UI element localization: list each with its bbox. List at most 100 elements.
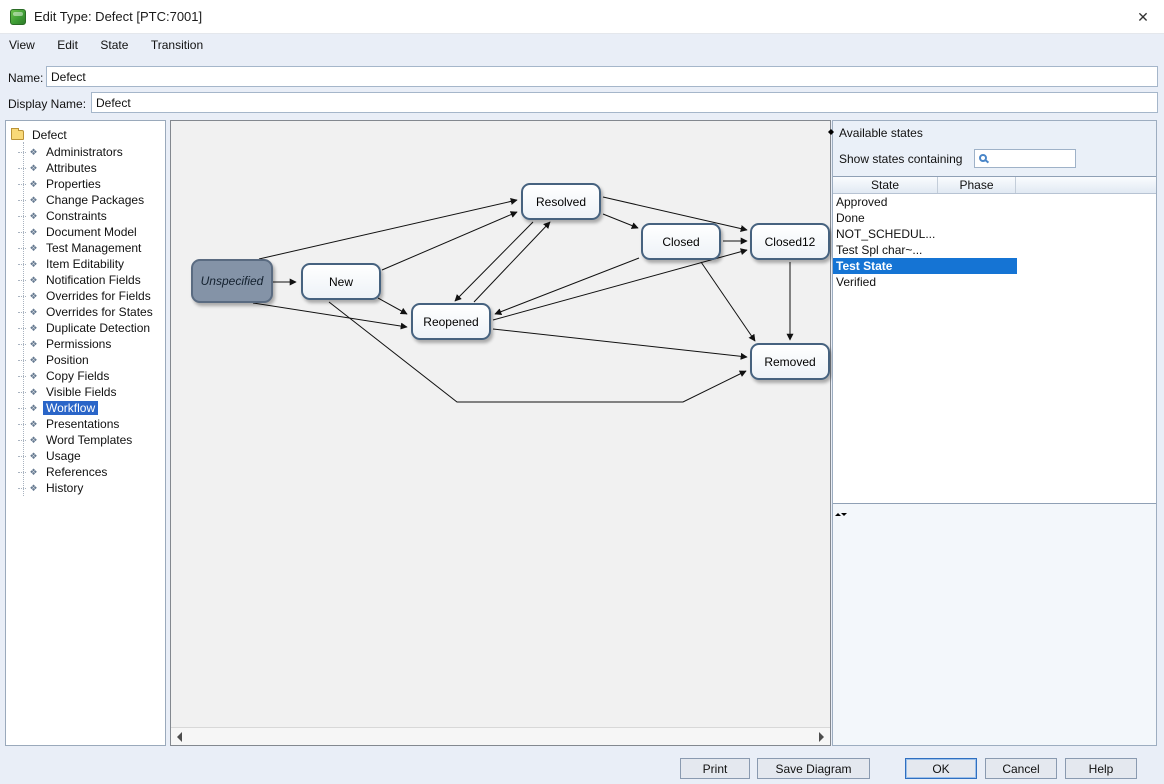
tree-item-label: Duplicate Detection xyxy=(43,321,153,335)
tree-item-notification-fields[interactable]: Notification Fields xyxy=(6,272,165,288)
titlebar: Edit Type: Defect [PTC:7001] ✕ xyxy=(0,0,1164,34)
tree-item-label: Attributes xyxy=(43,161,100,175)
available-states-title: Available states xyxy=(839,126,923,140)
splitter-collapse-icon[interactable] xyxy=(828,123,834,141)
tree-item-label: Overrides for Fields xyxy=(43,289,154,303)
tree-item-label: Position xyxy=(43,353,92,367)
menubar: View Edit State Transition xyxy=(0,34,1164,58)
folder-icon xyxy=(11,130,24,140)
canvas-horizontal-scrollbar[interactable] xyxy=(171,727,830,745)
tree-item-duplicate-detection[interactable]: Duplicate Detection xyxy=(6,320,165,336)
available-state-row[interactable]: Verified xyxy=(833,274,1156,290)
tree-item-label: Item Editability xyxy=(43,257,127,271)
tree-node-icon xyxy=(27,435,40,446)
search-icon xyxy=(979,154,987,162)
tree-item-overrides-for-fields[interactable]: Overrides for Fields xyxy=(6,288,165,304)
state-node-new[interactable]: New xyxy=(301,263,381,300)
type-sections-tree: Defect Administrators Attributes Propert… xyxy=(5,120,166,746)
tree-node-icon xyxy=(27,243,40,254)
state-node-closed12[interactable]: Closed12 xyxy=(750,223,830,260)
workflow-canvas[interactable]: Unspecified New Resolved Closed Closed12… xyxy=(170,120,831,746)
tree-item-label: Word Templates xyxy=(43,433,135,447)
tree-item-label: Properties xyxy=(43,177,104,191)
state-node-unspecified[interactable]: Unspecified xyxy=(191,259,273,303)
tree-node-icon xyxy=(27,419,40,430)
tree-node-icon xyxy=(27,211,40,222)
tree-item-word-templates[interactable]: Word Templates xyxy=(6,432,165,448)
display-name-input[interactable] xyxy=(91,92,1158,113)
help-button[interactable]: Help xyxy=(1065,758,1137,779)
tree-item-visible-fields[interactable]: Visible Fields xyxy=(6,384,165,400)
tree-item-references[interactable]: References xyxy=(6,464,165,480)
tree-item-usage[interactable]: Usage xyxy=(6,448,165,464)
states-table: State Phase Approved Done NOT_SCHEDUL...… xyxy=(833,176,1156,504)
cancel-button[interactable]: Cancel xyxy=(985,758,1057,779)
available-state-row[interactable]: Approved xyxy=(833,194,1156,210)
tree-item-label: Permissions xyxy=(43,337,114,351)
filter-label: Show states containing xyxy=(839,152,962,166)
tree-item-permissions[interactable]: Permissions xyxy=(6,336,165,352)
tree-item-position[interactable]: Position xyxy=(6,352,165,368)
menu-item-transition[interactable]: Transition xyxy=(142,34,212,58)
display-name-label: Display Name: xyxy=(8,97,86,111)
tree-node-icon xyxy=(27,179,40,190)
state-node-reopened[interactable]: Reopened xyxy=(411,303,491,340)
tree-item-label: Presentations xyxy=(43,417,122,431)
tree-item-administrators[interactable]: Administrators xyxy=(6,144,165,160)
column-header-state[interactable]: State xyxy=(833,177,938,193)
available-state-row[interactable]: Test Spl char~... xyxy=(833,242,1156,258)
splitter-vertical-icon[interactable] xyxy=(835,506,847,524)
available-state-row-selected[interactable]: Test State xyxy=(833,258,1156,274)
menu-item-state[interactable]: State xyxy=(91,34,137,58)
tree-item-label: Copy Fields xyxy=(43,369,112,383)
tree-node-icon xyxy=(27,291,40,302)
tree-item-label: Document Model xyxy=(43,225,140,239)
state-filter-box[interactable] xyxy=(974,149,1076,168)
column-header-phase[interactable]: Phase xyxy=(938,177,1016,193)
menu-item-edit[interactable]: Edit xyxy=(48,34,87,58)
scroll-right-icon[interactable] xyxy=(819,732,824,742)
scroll-left-icon[interactable] xyxy=(177,732,182,742)
buttonbar: Print Save Diagram OK Cancel Help xyxy=(0,750,1164,784)
tree-item-label: Notification Fields xyxy=(43,273,144,287)
tree-item-label: Administrators xyxy=(43,145,126,159)
tree-item-constraints[interactable]: Constraints xyxy=(6,208,165,224)
tree-item-properties[interactable]: Properties xyxy=(6,176,165,192)
tree-item-overrides-for-states[interactable]: Overrides for States xyxy=(6,304,165,320)
tree-item-label: Overrides for States xyxy=(43,305,156,319)
tree-item-workflow[interactable]: Workflow xyxy=(6,400,165,416)
tree-item-label: Usage xyxy=(43,449,84,463)
tree-item-change-packages[interactable]: Change Packages xyxy=(6,192,165,208)
name-input[interactable] xyxy=(46,66,1158,87)
save-diagram-button[interactable]: Save Diagram xyxy=(757,758,870,779)
tree-root-defect[interactable]: Defect xyxy=(11,126,165,143)
available-state-row[interactable]: NOT_SCHEDUL... xyxy=(833,226,1156,242)
available-states-panel: Available states Show states containing … xyxy=(832,120,1157,746)
window-title: Edit Type: Defect [PTC:7001] xyxy=(34,9,202,24)
tree-node-icon xyxy=(27,387,40,398)
state-node-resolved[interactable]: Resolved xyxy=(521,183,601,220)
tree-node-icon xyxy=(27,163,40,174)
tree-item-document-model[interactable]: Document Model xyxy=(6,224,165,240)
tree-item-label: History xyxy=(43,481,86,495)
tree-item-label: Test Management xyxy=(43,241,144,255)
tree-item-history[interactable]: History xyxy=(6,480,165,496)
state-node-removed[interactable]: Removed xyxy=(750,343,830,380)
tree-node-icon xyxy=(27,483,40,494)
menu-item-view[interactable]: View xyxy=(0,34,44,58)
available-state-row[interactable]: Done xyxy=(833,210,1156,226)
ok-button[interactable]: OK xyxy=(905,758,977,779)
tree-item-copy-fields[interactable]: Copy Fields xyxy=(6,368,165,384)
tree-item-test-management[interactable]: Test Management xyxy=(6,240,165,256)
close-icon[interactable]: ✕ xyxy=(1132,6,1154,28)
tree-item-presentations[interactable]: Presentations xyxy=(6,416,165,432)
print-button[interactable]: Print xyxy=(680,758,750,779)
app-icon xyxy=(10,9,26,25)
tree-node-icon xyxy=(27,195,40,206)
tree-item-attributes[interactable]: Attributes xyxy=(6,160,165,176)
tree-item-label: References xyxy=(43,465,110,479)
tree-item-item-editability[interactable]: Item Editability xyxy=(6,256,165,272)
tree-item-label-selected: Workflow xyxy=(43,401,98,415)
state-filter-input[interactable] xyxy=(991,151,1073,166)
state-node-closed[interactable]: Closed xyxy=(641,223,721,260)
